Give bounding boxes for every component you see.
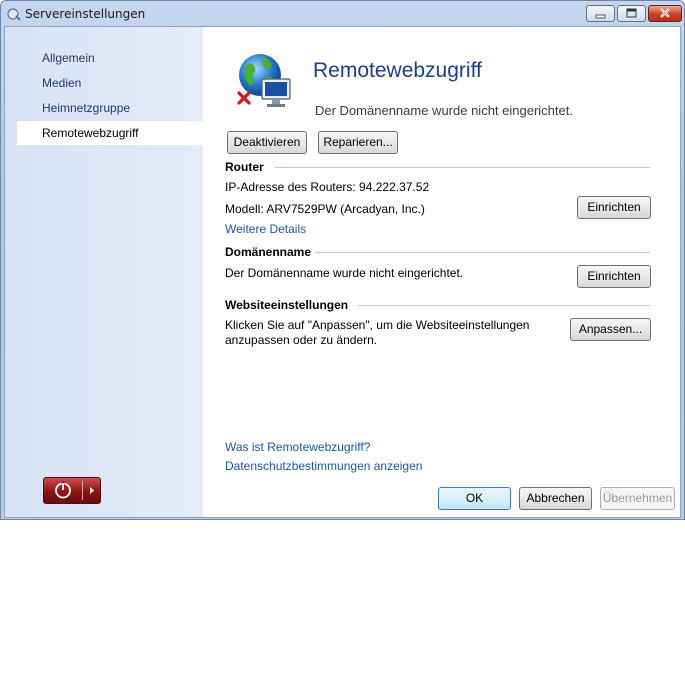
apply-button[interactable]: Übernehmen [600,487,675,510]
minimize-icon [595,14,606,19]
deactivate-button[interactable]: Deaktivieren [227,131,307,154]
sidebar-item-remotewebzugriff[interactable]: Remotewebzugriff [17,121,203,145]
power-menu-button[interactable] [43,477,101,504]
domain-section-divider [315,252,650,253]
domain-setup-button[interactable]: Einrichten [577,265,651,288]
router-details-link[interactable]: Weitere Details [225,222,306,236]
settings-window: Servereinstellungen Allgemein Medien Hei… [0,0,685,520]
window-client: Allgemein Medien Heimnetzgruppe Remotewe… [4,26,681,518]
sidebar-item-heimnetzgruppe[interactable]: Heimnetzgruppe [17,96,203,120]
window-title: Servereinstellungen [25,7,146,21]
website-section-divider [358,305,650,306]
main-panel: Remotewebzugriff Der Domänenname wurde n… [203,27,680,517]
server-settings-icon [7,6,21,21]
close-icon [660,8,670,18]
maximize-button[interactable] [617,5,646,22]
website-text-line2: anzupassen oder zu ändern. [225,333,378,347]
cancel-button[interactable]: Abbrechen [519,487,592,510]
customize-button[interactable]: Anpassen... [570,318,651,341]
power-icon [55,481,71,499]
domain-section-title: Domänenname [225,245,312,259]
close-button[interactable] [648,5,682,22]
title-bar[interactable]: Servereinstellungen [1,1,684,27]
repair-button[interactable]: Reparieren... [318,131,398,154]
minimize-button[interactable] [586,5,615,22]
domain-status-text: Der Domänenname wurde nicht eingerichtet… [225,266,464,280]
privacy-statement-link[interactable]: Datenschutzbestimmungen anzeigen [225,459,422,473]
router-model-text: Modell: ARV7529PW (Arcadyan, Inc.) [225,202,425,216]
sidebar-item-allgemein[interactable]: Allgemein [17,46,203,70]
page-title: Remotewebzugriff [313,59,482,82]
router-ip-text: IP-Adresse des Routers: 94.222.37.52 [225,180,430,194]
router-setup-button[interactable]: Einrichten [577,196,651,219]
maximize-icon [626,8,637,18]
router-section-title: Router [225,160,264,174]
arrow-right-icon [90,487,94,494]
router-section-divider [275,167,650,168]
sidebar: Allgemein Medien Heimnetzgruppe Remotewe… [5,27,203,517]
website-section-title: Websiteeinstellungen [225,298,349,312]
ok-button[interactable]: OK [438,487,511,510]
website-text-line1: Klicken Sie auf "Anpassen", um die Websi… [225,318,530,332]
what-is-remote-web-access-link[interactable]: Was ist Remotewebzugriff? [225,440,370,454]
sidebar-item-medien[interactable]: Medien [17,71,203,95]
globe-computer-error-icon [237,54,291,107]
status-text: Der Domänenname wurde nicht eingerichtet… [315,103,573,118]
